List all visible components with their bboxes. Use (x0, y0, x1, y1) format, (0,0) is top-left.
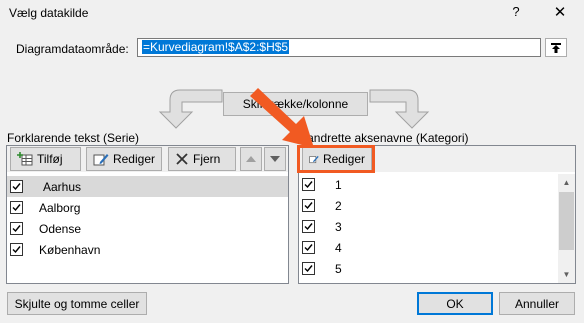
series-item-label: København (39, 242, 101, 257)
category-checkbox[interactable] (302, 199, 315, 212)
series-panel-label: Forklarende tekst (Serie) (7, 131, 140, 145)
checkmark-icon (12, 246, 21, 254)
checkmark-icon (12, 183, 21, 191)
category-list: 1 2 3 4 5 (299, 174, 557, 282)
help-icon[interactable]: ? (508, 4, 524, 22)
select-data-source-dialog: Vælg datakilde ? ✕ Diagramdataområde: =K… (0, 0, 584, 323)
series-item[interactable]: Aarhus (7, 176, 288, 197)
ok-button[interactable]: OK (417, 292, 493, 315)
chart-data-range-value: =Kurvediagram!$A$2:$H$5 (142, 40, 290, 54)
category-item-label: 2 (335, 198, 342, 213)
category-scrollbar[interactable]: ▲ ▼ (558, 174, 575, 283)
edit-series-label: Rediger (112, 152, 155, 166)
category-item-label: 5 (335, 261, 342, 276)
category-item[interactable]: 4 (299, 237, 557, 258)
category-checkbox[interactable] (302, 262, 315, 275)
series-item[interactable]: København (7, 239, 288, 260)
series-checkbox[interactable] (10, 201, 23, 214)
add-series-button[interactable]: Tilføj (10, 147, 81, 171)
remove-series-button[interactable]: Fjern (168, 147, 236, 171)
series-item[interactable]: Aalborg (7, 197, 288, 218)
pointer-arrow-icon (250, 88, 314, 148)
category-checkbox[interactable] (302, 220, 315, 233)
add-series-label: Tilføj (37, 152, 63, 166)
remove-series-label: Fjern (193, 152, 221, 166)
category-item-label: 4 (335, 240, 342, 255)
ok-label: OK (446, 296, 464, 311)
edit-icon (93, 154, 109, 166)
chart-data-range-input[interactable]: =Kurvediagram!$A$2:$H$5 (137, 38, 541, 57)
cancel-label: Annuller (514, 296, 560, 311)
title-bar: Vælg datakilde ? ✕ (0, 0, 584, 26)
category-item[interactable]: 3 (299, 216, 557, 237)
move-down-icon (270, 156, 280, 162)
add-series-icon (17, 152, 33, 166)
series-item-label: Aalborg (39, 200, 81, 215)
checkmark-icon (12, 204, 21, 212)
series-checkbox[interactable] (10, 222, 23, 235)
scroll-up-icon[interactable]: ▲ (558, 174, 575, 191)
chart-data-range-label: Diagramdataområde: (16, 42, 129, 56)
category-item[interactable]: 2 (299, 195, 557, 216)
edit-series-button[interactable]: Rediger (86, 147, 162, 171)
category-checkbox[interactable] (302, 178, 315, 191)
move-up-icon (246, 156, 256, 162)
scroll-thumb[interactable] (559, 192, 574, 250)
series-checkbox[interactable] (10, 180, 23, 193)
collapse-range-icon (551, 42, 561, 53)
series-list: Aarhus Aalborg Odense København (7, 176, 288, 281)
dialog-title: Vælg datakilde (9, 6, 89, 20)
series-item-label: Aarhus (43, 179, 82, 194)
collapse-range-button[interactable] (545, 38, 567, 57)
category-panel-label: Vandrette aksenavne (Kategori) (300, 131, 469, 145)
checkmark-icon (304, 223, 313, 231)
category-item[interactable]: 1 (299, 174, 557, 195)
hidden-empty-cells-button[interactable]: Skjulte og tomme celler (7, 292, 147, 315)
series-panel: Tilføj Rediger Fjern Aarhus Aalborg Oden… (6, 145, 289, 284)
category-item-label: 3 (335, 219, 342, 234)
checkmark-icon (12, 225, 21, 233)
category-item-label: 1 (335, 177, 342, 192)
series-item-label: Odense (39, 221, 82, 236)
category-checkbox[interactable] (302, 241, 315, 254)
hidden-empty-cells-label: Skjulte og tomme celler (14, 296, 140, 311)
series-item[interactable]: Odense (7, 218, 288, 239)
close-icon[interactable]: ✕ (551, 3, 569, 21)
checkmark-icon (304, 244, 313, 252)
cancel-button[interactable]: Annuller (499, 292, 575, 315)
checkmark-icon (304, 265, 313, 273)
series-checkbox[interactable] (10, 243, 23, 256)
checkmark-icon (304, 181, 313, 189)
category-item[interactable]: 5 (299, 258, 557, 279)
checkmark-icon (304, 202, 313, 210)
scroll-down-icon[interactable]: ▼ (558, 266, 575, 283)
remove-icon (176, 153, 188, 165)
